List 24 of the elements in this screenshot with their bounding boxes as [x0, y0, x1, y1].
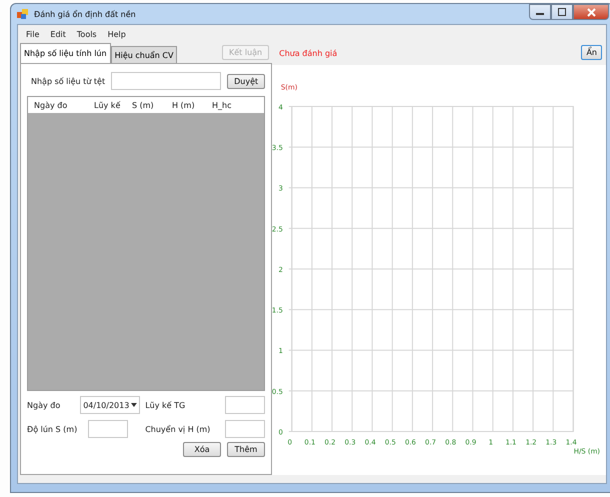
column-header: H_hc — [212, 100, 232, 110]
column-header: Lũy kế — [94, 100, 122, 110]
column-header: H (m) — [172, 100, 196, 110]
cumulative-label: Lũy kế TG — [144, 400, 186, 410]
menu-item[interactable]: Tools — [76, 30, 97, 39]
displacement-label: Chuyển vị H (m) — [144, 424, 210, 434]
date-value: 04/10/2013 — [83, 400, 130, 410]
tab[interactable]: Hiệu chuẩn CV — [110, 46, 178, 63]
menu-item[interactable]: Help — [108, 30, 126, 39]
settlement-label: Độ lún S (m) — [27, 424, 78, 434]
column-header: S (m) — [132, 100, 155, 110]
delete-button[interactable]: Xóa — [183, 442, 221, 457]
browse-button[interactable]: Duyệt — [227, 74, 266, 88]
status-text: Chưa đánh giá — [279, 49, 338, 58]
column-header: Ngày đo — [34, 100, 68, 110]
menu-item[interactable]: File — [26, 30, 40, 39]
menu-item[interactable]: Edit — [50, 30, 66, 39]
hide-button[interactable]: Ẩn — [581, 45, 602, 60]
date-picker[interactable]: 04/10/2013 — [80, 396, 140, 414]
add-button[interactable]: Thêm — [227, 442, 265, 457]
window-title: Đánh giá ổn định đất nền — [34, 10, 136, 18]
import-label: Nhập số liệu từ tệt — [31, 76, 106, 86]
date-label: Ngày đo — [27, 400, 62, 410]
tab[interactable]: Nhập số liệu tính lún — [20, 43, 111, 63]
